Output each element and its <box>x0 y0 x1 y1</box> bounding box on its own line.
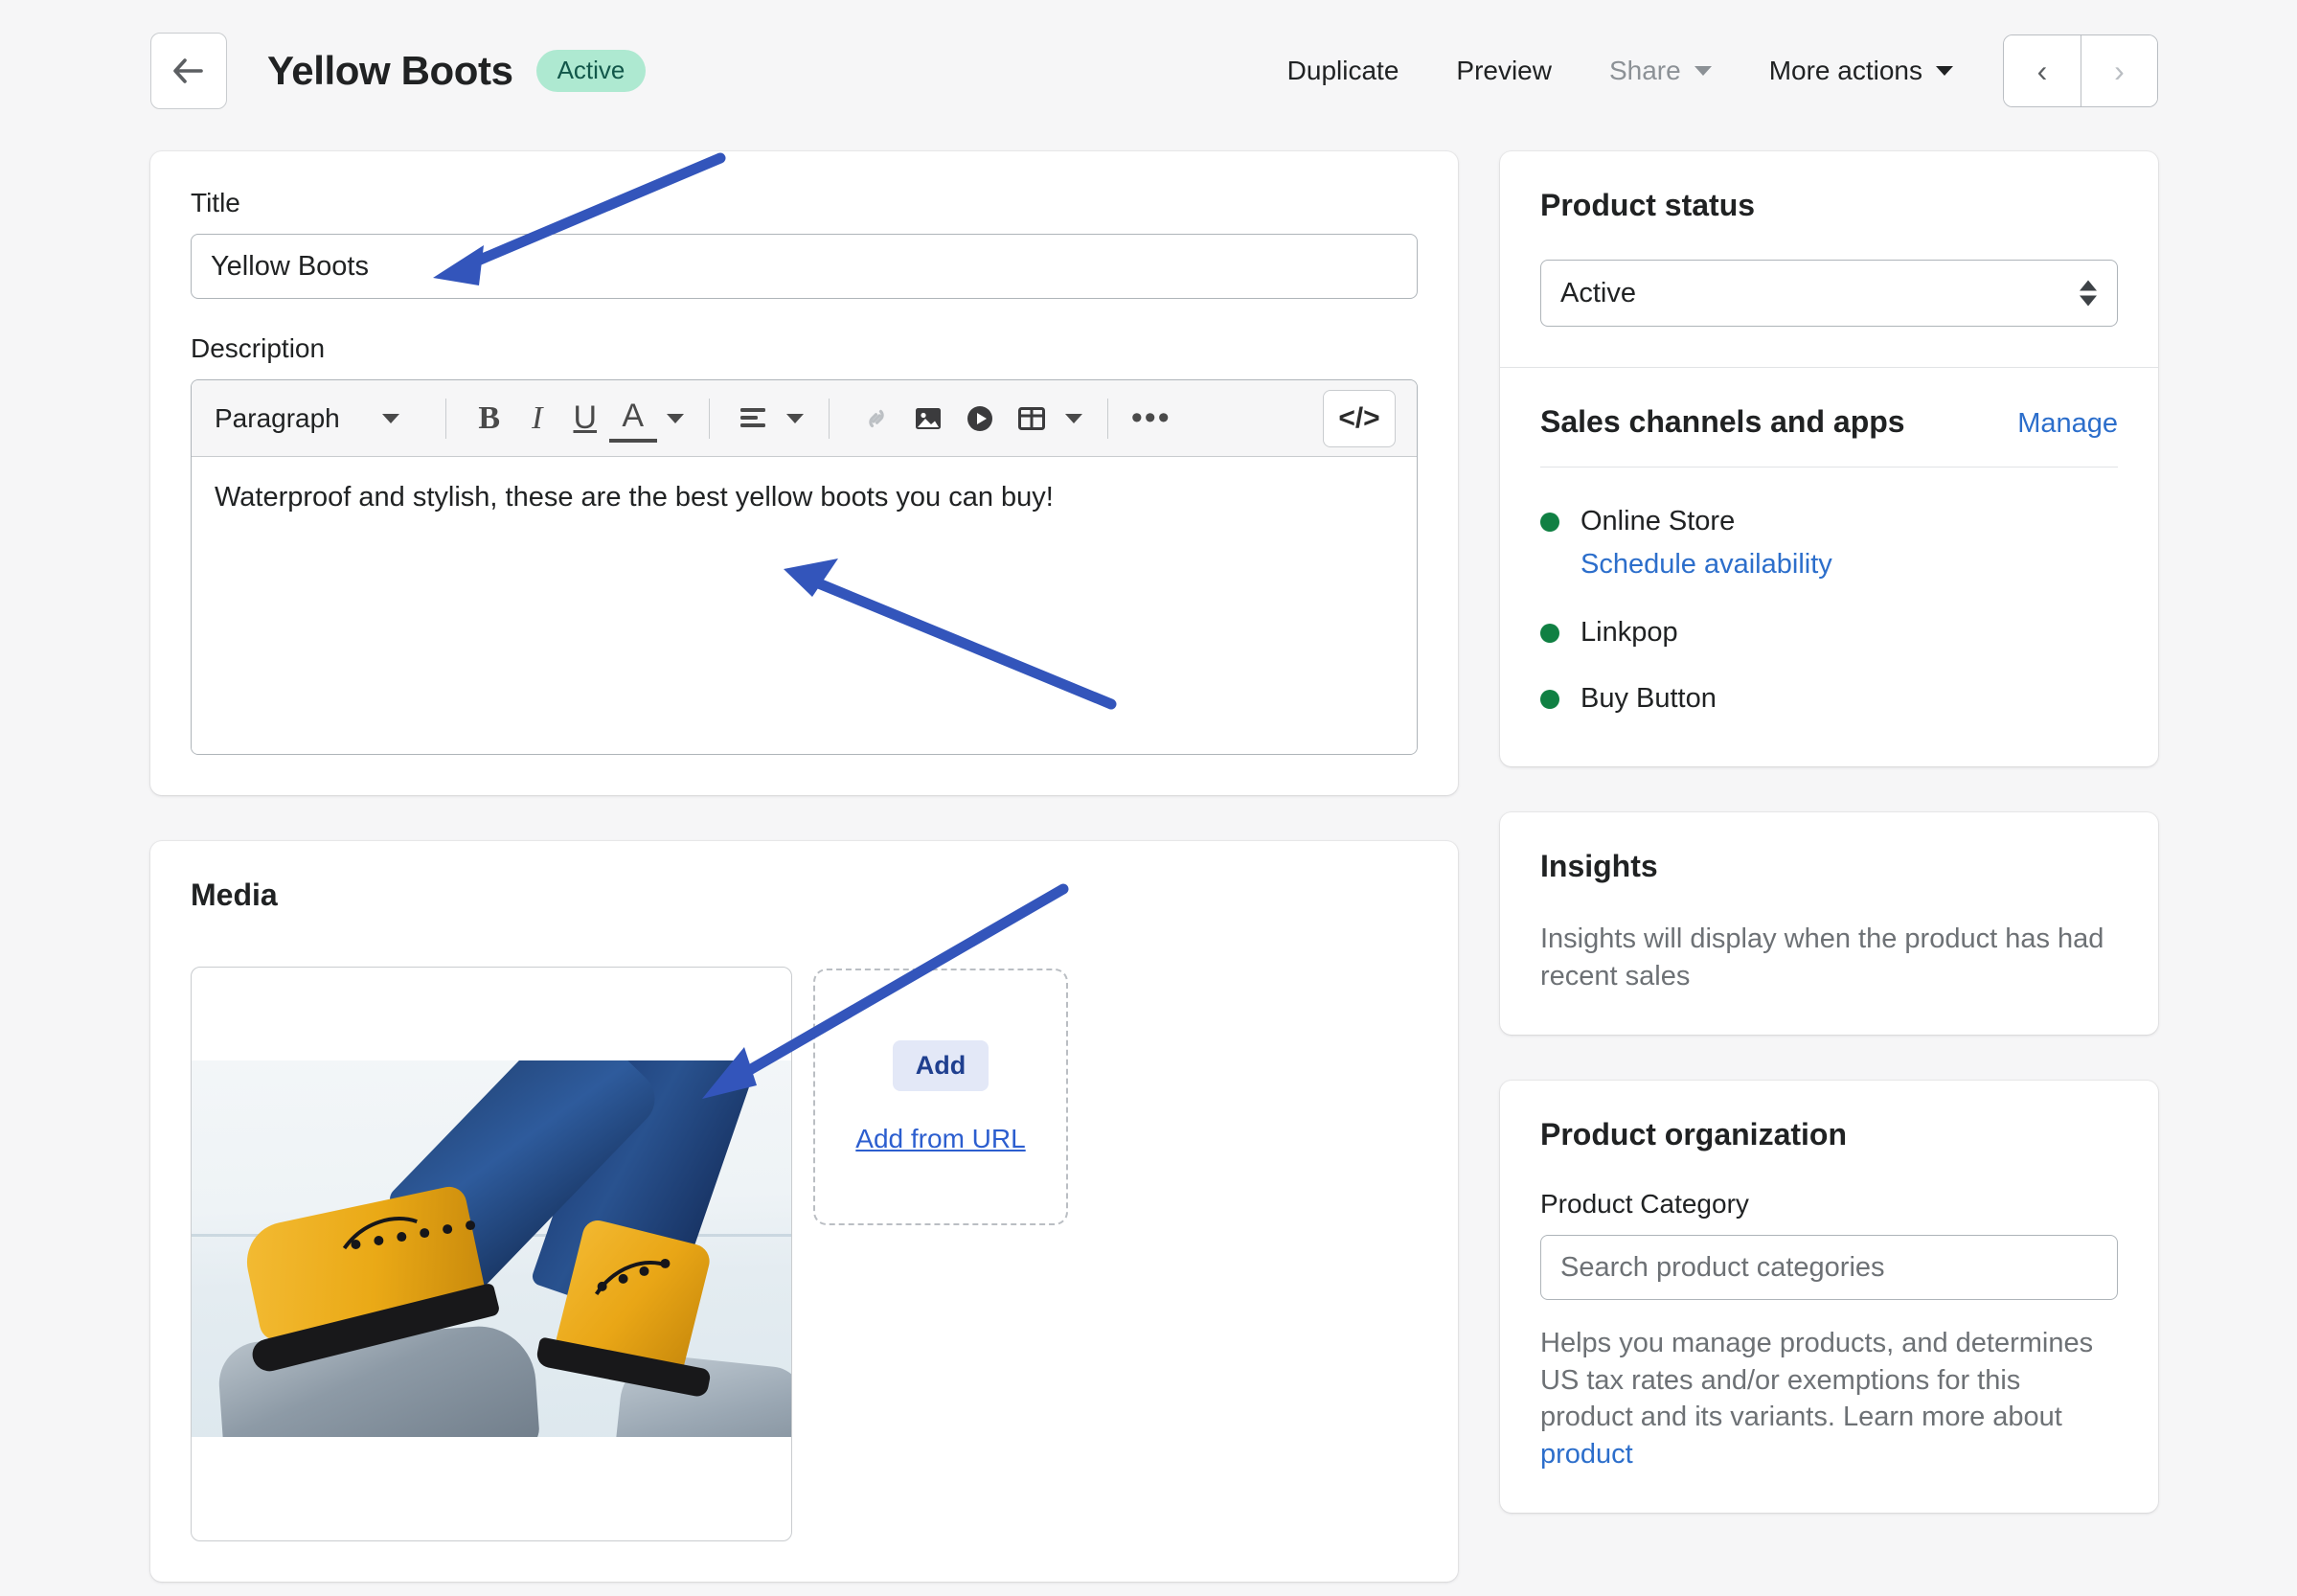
manage-channels-link[interactable]: Manage <box>2017 408 2118 440</box>
sales-channels-section: Sales channels and apps Manage Online St… <box>1500 368 2158 766</box>
status-dot-icon <box>1540 623 1559 643</box>
share-label: Share <box>1608 56 1681 85</box>
table-chevron-down-icon[interactable] <box>1064 413 1082 423</box>
product-organization-section: Product organization Product Category He… <box>1500 1081 2158 1513</box>
product-organization-card: Product organization Product Category He… <box>1500 1081 2158 1514</box>
bold-button[interactable]: B <box>466 395 513 443</box>
description-text[interactable]: Waterproof and stylish, these are the be… <box>192 457 1417 754</box>
page-title: Yellow Boots <box>267 48 513 93</box>
more-actions-label: More actions <box>1768 56 1922 85</box>
next-product-button[interactable]: › <box>2081 35 2157 106</box>
media-row: Add Add from URL <box>191 967 1418 1541</box>
description-label: Description <box>191 333 326 363</box>
sales-channel-item[interactable]: Buy Button <box>1540 683 2118 715</box>
chevron-down-icon <box>1694 66 1712 76</box>
add-media-button[interactable]: Add <box>892 1039 989 1091</box>
pagination: ‹ › <box>2003 34 2158 107</box>
product-details-card: Title Description Paragraph B I U <box>150 151 1458 795</box>
insert-image-button[interactable] <box>904 395 952 443</box>
main-column: Title Description Paragraph B I U <box>150 151 1458 1596</box>
product-status-select[interactable]: Active Draft Archived <box>1540 260 2118 327</box>
title-label: Title <box>191 188 240 217</box>
back-button[interactable] <box>150 33 227 109</box>
underline-button[interactable]: U <box>561 395 609 443</box>
product-photo <box>192 1060 791 1437</box>
toolbar-divider <box>828 398 830 439</box>
channel-name: Linkpop <box>1581 617 1678 648</box>
block-format-label: Paragraph <box>215 402 340 433</box>
italic-button[interactable]: I <box>513 395 561 443</box>
media-dropzone[interactable]: Add Add from URL <box>813 969 1068 1225</box>
add-from-url-link[interactable]: Add from URL <box>855 1124 1025 1154</box>
product-category-input[interactable] <box>1540 1235 2118 1301</box>
arrow-left-icon <box>171 57 206 85</box>
duplicate-button[interactable]: Duplicate <box>1259 44 1428 98</box>
more-formatting-button[interactable]: ••• <box>1127 395 1175 443</box>
product-status-section: Product status Active Draft Archived <box>1500 151 2158 367</box>
toolbar-divider <box>1106 398 1108 439</box>
header-actions: Duplicate Preview Share More actions ‹ › <box>1259 34 2158 107</box>
product-organization-heading: Product organization <box>1540 1117 1847 1152</box>
product-category-help: Helps you manage products, and determine… <box>1540 1325 2118 1472</box>
description-editor: Paragraph B I U A ••• </> Waterproof and… <box>191 379 1418 755</box>
schedule-availability-link[interactable]: Schedule availability <box>1581 549 2118 581</box>
sales-channel-item[interactable]: Online Store <box>1540 506 2118 537</box>
page-columns: Title Description Paragraph B I U <box>0 142 2297 1596</box>
text-color-button[interactable]: A <box>608 395 657 443</box>
align-button[interactable] <box>729 395 777 443</box>
toolbar-divider <box>444 398 446 439</box>
title-input[interactable] <box>191 234 1418 299</box>
status-dot-icon <box>1540 689 1559 709</box>
insert-table-button[interactable] <box>1008 395 1056 443</box>
insights-card: Insights Insights will display when the … <box>1500 812 2158 1036</box>
media-heading: Media <box>191 878 278 912</box>
product-status-card: Product status Active Draft Archived Sal… <box>1500 151 2158 766</box>
code-view-button[interactable]: </> <box>1323 389 1396 447</box>
sales-channel-item[interactable]: Linkpop <box>1540 617 2118 649</box>
preview-button[interactable]: Preview <box>1427 44 1581 98</box>
previous-product-button[interactable]: ‹ <box>2004 35 2081 106</box>
sidebar-column: Product status Active Draft Archived Sal… <box>1500 151 2158 1596</box>
insights-section: Insights Insights will display when the … <box>1500 812 2158 1035</box>
chevron-down-icon <box>381 413 399 423</box>
product-status-heading: Product status <box>1540 188 1756 222</box>
media-card: Media Add Add from URL <box>150 841 1458 1582</box>
align-chevron-down-icon[interactable] <box>785 413 804 423</box>
chevron-down-icon <box>1936 66 1953 76</box>
channel-name: Buy Button <box>1581 683 1717 714</box>
title-group: Yellow Boots Active <box>267 48 647 94</box>
status-dot-icon <box>1540 512 1559 532</box>
link-button[interactable] <box>853 395 900 443</box>
media-thumbnail[interactable] <box>191 967 792 1541</box>
more-actions-button[interactable]: More actions <box>1740 44 1982 98</box>
toolbar-divider <box>708 398 710 439</box>
link-icon <box>869 409 884 427</box>
insert-video-button[interactable] <box>956 395 1004 443</box>
product-category-label: Product Category <box>1540 1189 1749 1220</box>
channel-name: Online Store <box>1581 506 1736 536</box>
insights-body: Insights will display when the product h… <box>1540 923 2104 992</box>
block-format-dropdown[interactable]: Paragraph <box>215 403 426 434</box>
editor-toolbar: Paragraph B I U A ••• </> <box>192 380 1417 457</box>
sales-channels-heading: Sales channels and apps <box>1540 404 1905 439</box>
page-header: Yellow Boots Active Duplicate Preview Sh… <box>0 0 2297 142</box>
product-category-help-text: Helps you manage products, and determine… <box>1540 1328 2094 1433</box>
product-category-help-link[interactable]: product <box>1540 1439 1633 1470</box>
text-color-chevron-down-icon[interactable] <box>666 413 684 423</box>
status-badge: Active <box>535 50 647 92</box>
share-button[interactable]: Share <box>1581 44 1740 98</box>
insights-heading: Insights <box>1540 849 1658 883</box>
boot-laces <box>342 1217 671 1295</box>
